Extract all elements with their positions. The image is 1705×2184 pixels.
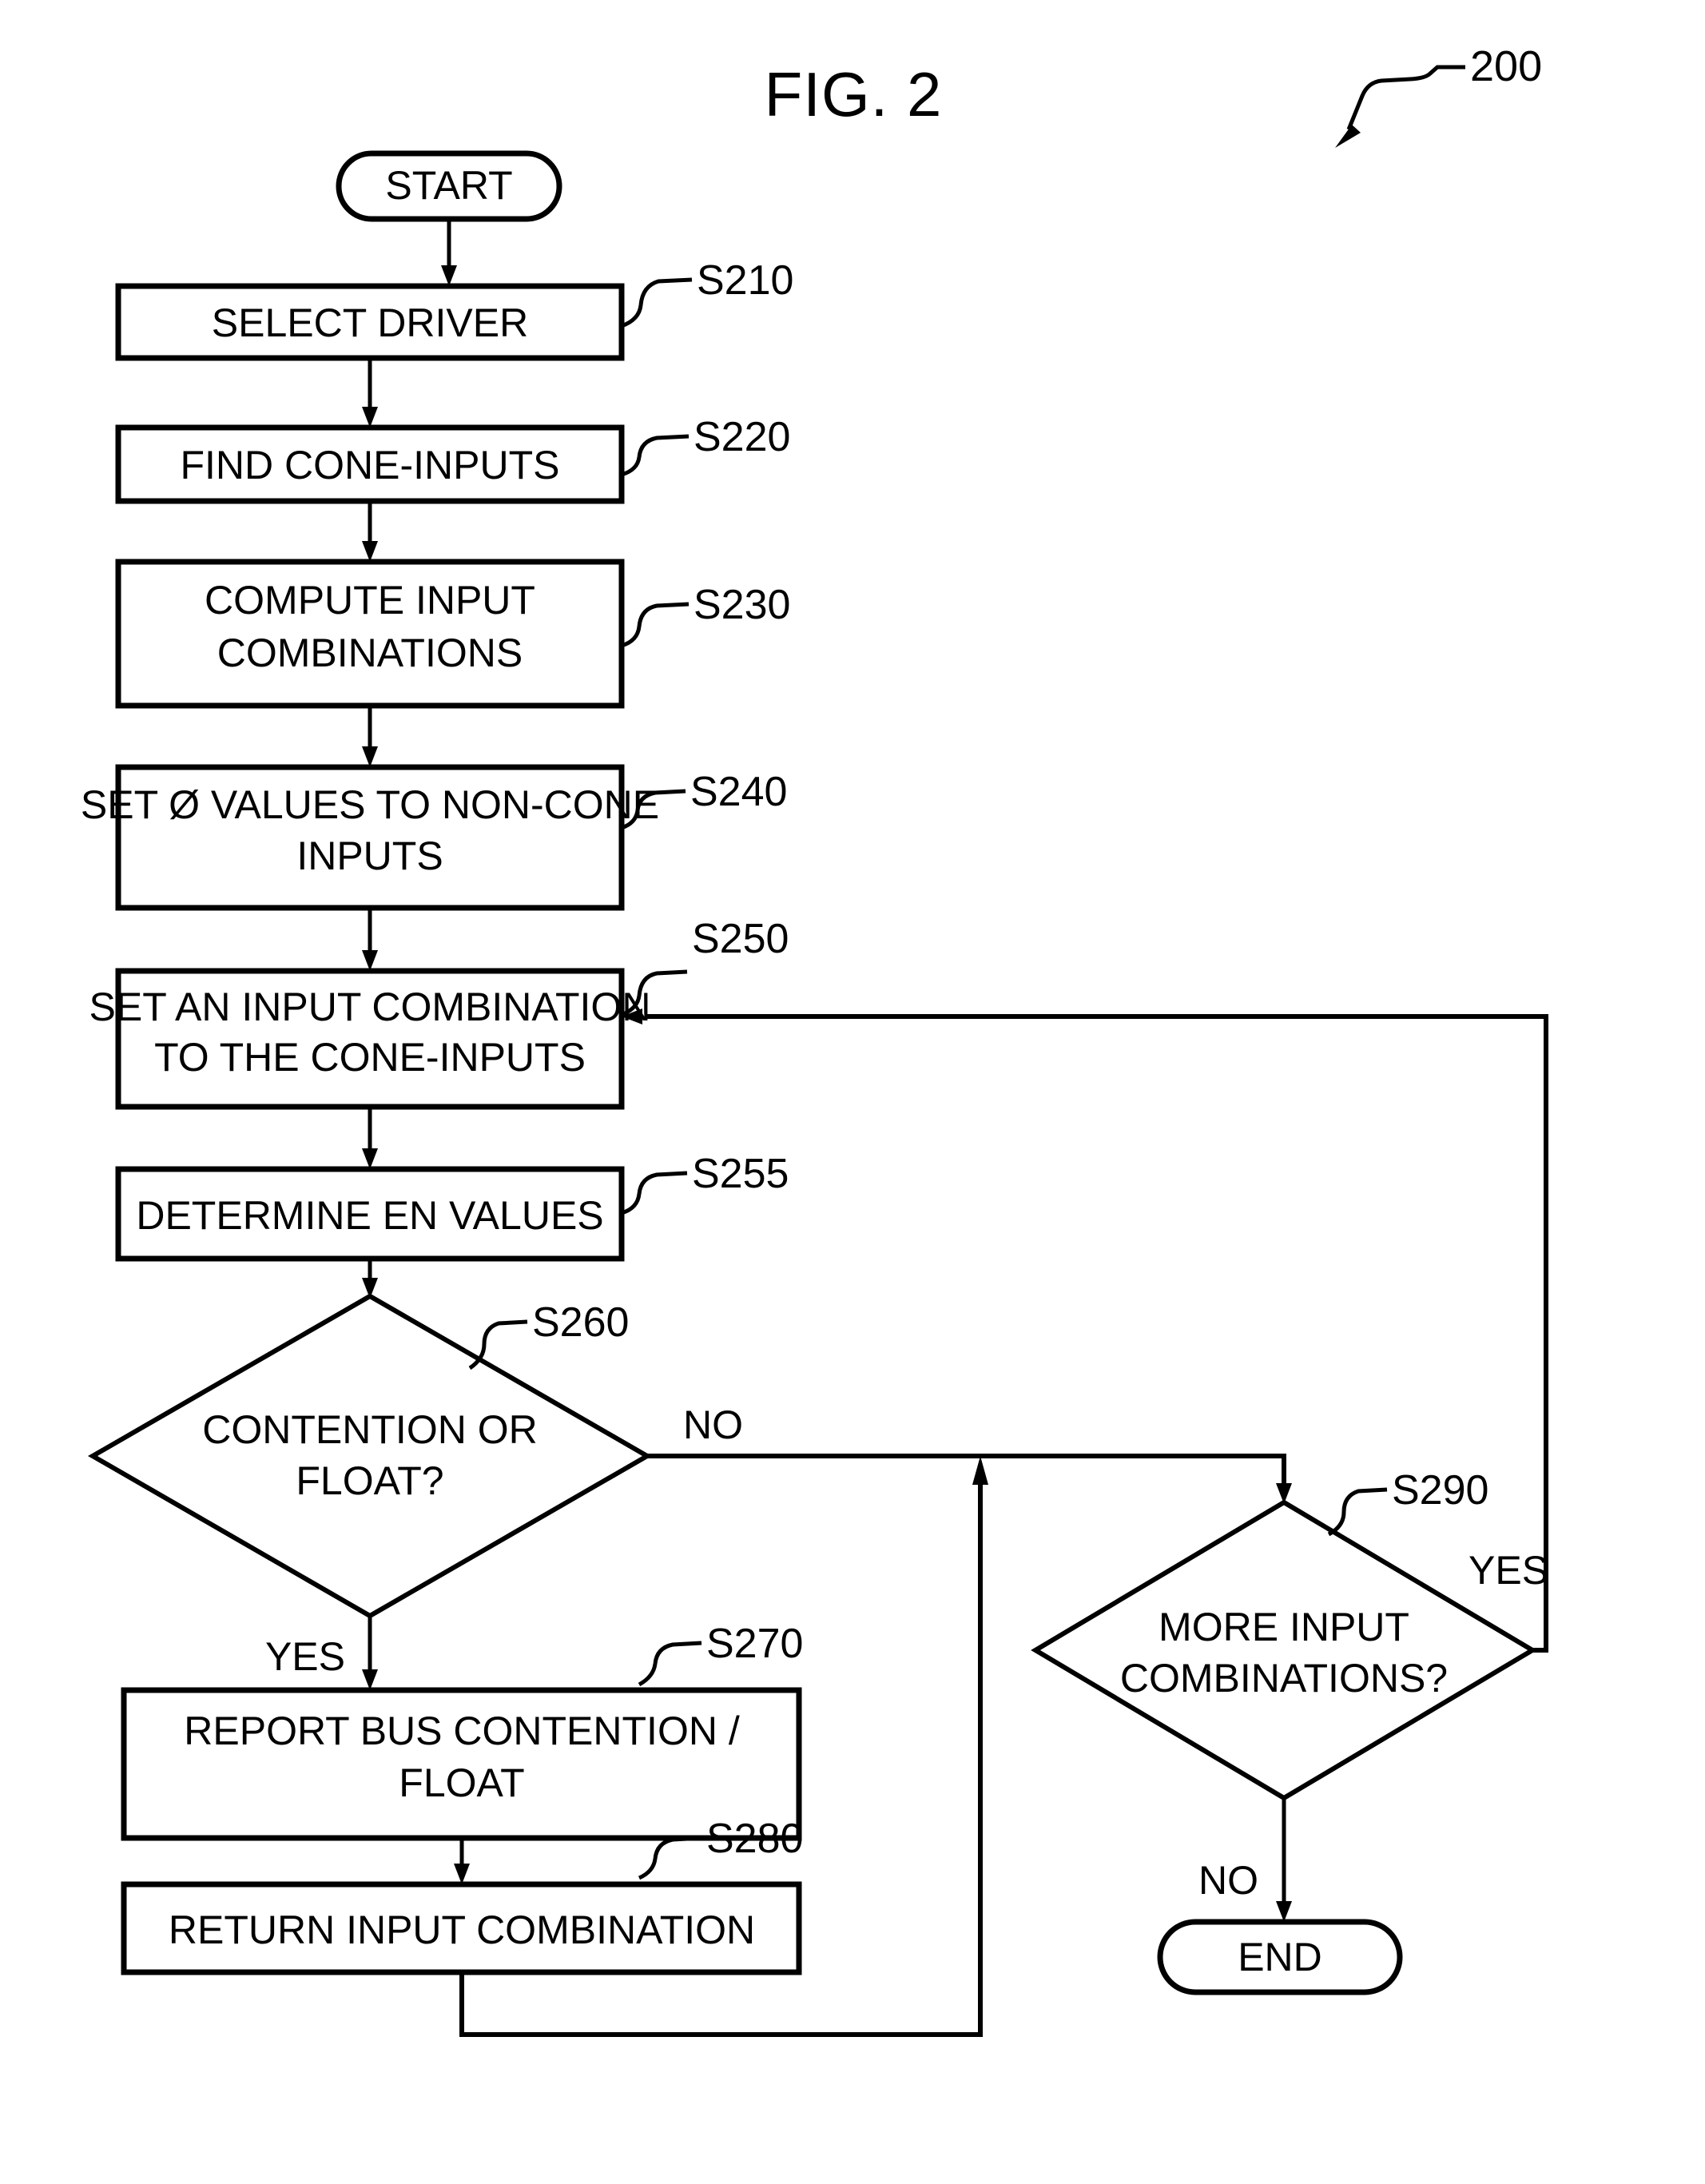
step-label-s210: S210 bbox=[697, 257, 793, 304]
connector-s250-to-s255 bbox=[362, 1108, 378, 1169]
node-s255-label: DETERMINE EN VALUES bbox=[136, 1193, 603, 1238]
node-s250-label-line1: SET AN INPUT COMBINATION bbox=[89, 985, 651, 1029]
figure-canvas: FIG. 2 200 START SELECT DRIVER S210 FIND bbox=[0, 0, 1705, 2184]
connector-s290-no-to-end bbox=[1276, 1798, 1292, 1922]
reference-numeral-200-leader bbox=[1335, 65, 1465, 148]
connector-start-to-s210 bbox=[441, 220, 457, 286]
leader-s210 bbox=[621, 277, 693, 328]
node-s240-label-line1: SET Ø VALUES TO NON-CONE bbox=[81, 782, 659, 827]
connector-s260-yes-to-s270 bbox=[362, 1616, 378, 1690]
connector-s210-to-s220 bbox=[362, 359, 378, 428]
node-s260-label-line1: CONTENTION OR bbox=[202, 1407, 537, 1452]
step-label-s280: S280 bbox=[706, 1816, 803, 1862]
node-s230-label-line1: COMPUTE INPUT bbox=[205, 578, 535, 623]
leader-s260 bbox=[468, 1319, 528, 1370]
node-s290-label-line2: COMBINATIONS? bbox=[1120, 1656, 1448, 1701]
leader-s220 bbox=[621, 434, 690, 477]
leader-s255 bbox=[621, 1171, 688, 1215]
branch-label-s290-no: NO bbox=[1198, 1858, 1258, 1903]
node-start-label: START bbox=[385, 163, 512, 208]
node-s280-label: RETURN INPUT COMBINATION bbox=[169, 1908, 755, 1952]
connector-s220-to-s230 bbox=[362, 502, 378, 562]
node-s290-label-line1: MORE INPUT bbox=[1159, 1605, 1409, 1649]
figure-title: FIG. 2 bbox=[765, 59, 943, 129]
node-s270-label-line1: REPORT BUS CONTENTION / bbox=[184, 1709, 740, 1753]
node-s260-label-line2: FLOAT? bbox=[296, 1458, 443, 1503]
connector-s255-to-s260 bbox=[362, 1259, 378, 1299]
connector-s290-yes-to-s250 bbox=[622, 1008, 1548, 1653]
connector-s260-no-to-s290 bbox=[647, 1454, 1292, 1504]
node-s210-label: SELECT DRIVER bbox=[212, 300, 528, 345]
leader-s230 bbox=[621, 602, 690, 648]
leader-s280 bbox=[638, 1836, 702, 1880]
node-s230-label-line2: COMBINATIONS bbox=[217, 631, 523, 675]
branch-label-s290-yes: YES bbox=[1469, 1548, 1548, 1593]
step-label-s230: S230 bbox=[694, 582, 790, 628]
step-label-s270: S270 bbox=[706, 1621, 803, 1667]
step-label-s290: S290 bbox=[1392, 1467, 1488, 1514]
reference-numeral-200: 200 bbox=[1470, 42, 1542, 90]
leader-s290 bbox=[1327, 1487, 1388, 1537]
node-s290 bbox=[1031, 1499, 1537, 1801]
step-label-s250: S250 bbox=[692, 916, 789, 962]
connector-s230-to-s240 bbox=[362, 706, 378, 767]
flowchart-diagram: FIG. 2 200 START SELECT DRIVER S210 FIND bbox=[81, 42, 1548, 2037]
connector-s240-to-s250 bbox=[362, 909, 378, 971]
branch-label-s260-yes: YES bbox=[265, 1634, 345, 1679]
step-label-s240: S240 bbox=[690, 769, 787, 815]
connector-s270-to-s280 bbox=[454, 1839, 470, 1884]
node-s220-label: FIND CONE-INPUTS bbox=[181, 443, 560, 487]
node-s250-label-line2: TO THE CONE-INPUTS bbox=[154, 1035, 586, 1080]
branch-label-s260-no: NO bbox=[683, 1402, 743, 1447]
node-end-label: END bbox=[1238, 1935, 1322, 1979]
node-s270-label-line2: FLOAT bbox=[399, 1760, 524, 1805]
node-s240-label-line2: INPUTS bbox=[296, 833, 443, 878]
step-label-s255: S255 bbox=[692, 1151, 789, 1197]
step-label-s220: S220 bbox=[694, 414, 790, 460]
step-label-s260: S260 bbox=[532, 1299, 629, 1346]
leader-s270 bbox=[638, 1641, 702, 1687]
